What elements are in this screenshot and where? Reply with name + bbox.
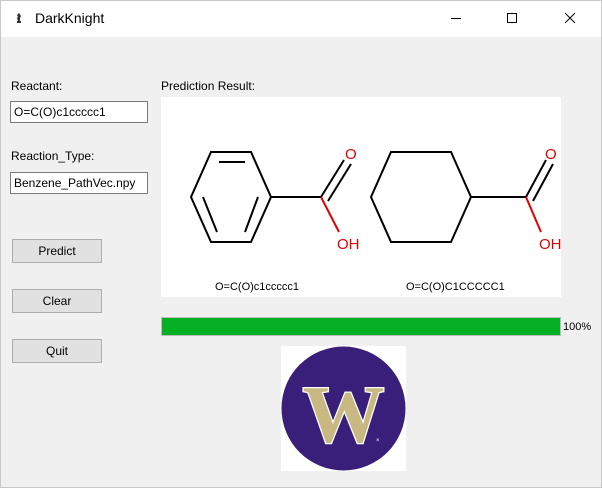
predict-button[interactable]: Predict [12,239,102,263]
reactant-label: Reactant: [11,79,63,93]
molecule-structures: O OH O OH [189,146,562,253]
university-logo: W × [281,346,406,471]
minimize-button[interactable] [433,1,479,35]
w-logo-icon: W × [281,346,406,471]
title-bar[interactable]: DarkKnight [1,1,601,37]
prediction-result-label: Prediction Result: [161,79,256,93]
app-window: DarkKnight Reactant: Reaction_Type: Pred… [0,0,602,488]
reactant-input[interactable] [10,101,148,123]
chess-knight-icon [17,13,21,23]
trademark-mark: × [376,438,380,444]
molecule-2-hydroxyl: OH [539,236,561,253]
molecule-1-hydroxyl: OH [337,236,360,253]
progress-fill [162,318,560,335]
prediction-result-canvas: O OH O OH O=C(O)c1ccccc1 O=C(O)C1CCCCC1 [161,97,562,297]
quit-button[interactable]: Quit [12,339,102,363]
progress-bar [161,317,561,336]
molecule-benzoic-acid [189,151,352,243]
reaction-type-label: Reaction_Type: [11,149,95,163]
maximize-button[interactable] [489,1,535,35]
logo-letter: W [303,369,385,460]
molecule-1-carbonyl-o: O [345,146,357,163]
maximize-icon [507,13,517,23]
molecule-2-carbonyl-o: O [545,146,557,163]
clear-button[interactable]: Clear [12,289,102,313]
reaction-type-input[interactable] [10,172,148,194]
molecule-1-smiles: O=C(O)c1ccccc1 [215,281,300,293]
minimize-icon [451,18,461,19]
progress-percent: 100% [563,321,592,333]
molecule-cyclohexanecarboxylic-acid [369,151,554,243]
close-button[interactable] [547,1,593,35]
molecule-2-smiles: O=C(O)C1CCCCC1 [406,281,505,293]
window-title: DarkKnight [35,10,105,26]
close-icon [564,12,576,24]
